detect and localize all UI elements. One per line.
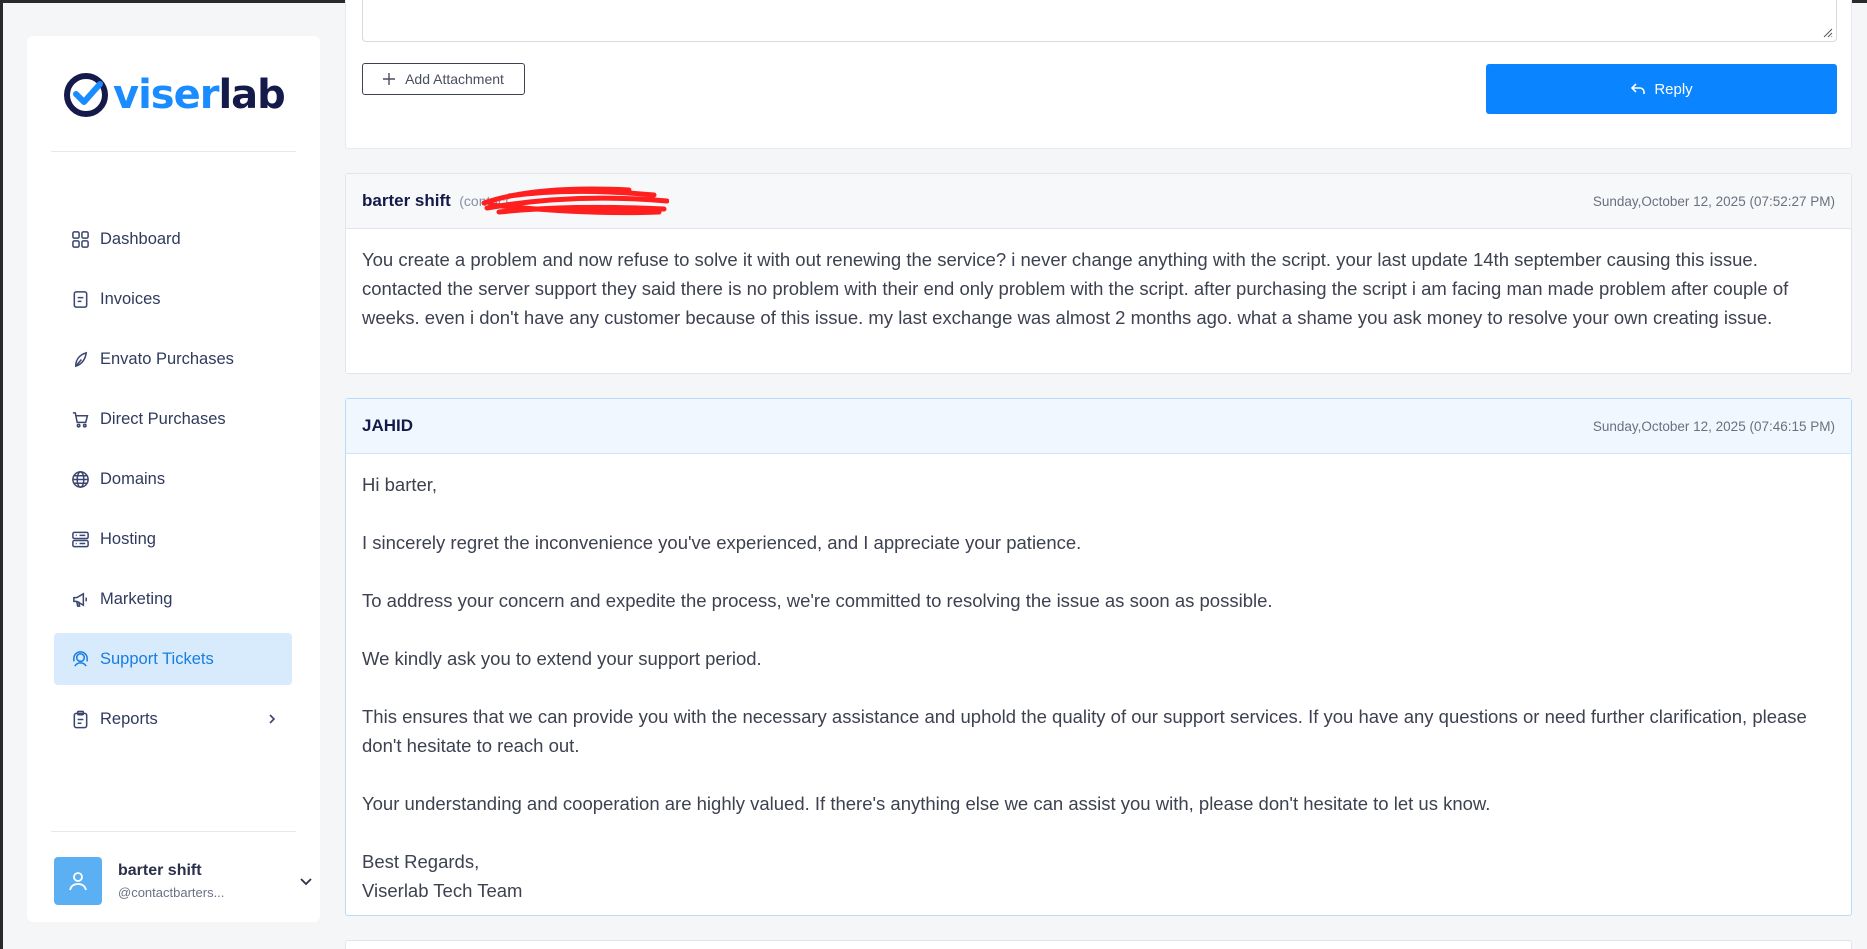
ticket-message-customer: barter shift (contact Sunday,October 12,… [345,173,1852,374]
reply-label: Reply [1654,80,1693,98]
message-paragraph: We kindly ask you to extend your support… [362,648,762,669]
add-attachment-button[interactable]: Add Attachment [362,63,525,95]
grid-icon [72,230,89,248]
message-signature: Best Regards, Viserlab Tech Team [362,851,523,901]
sidebar-item-label: Invoices [100,289,161,308]
user-meta: barter shift @contactbarters... [118,862,224,900]
user-name: barter shift [118,862,202,879]
author-name: barter shift [362,191,451,210]
message-paragraph: To address your concern and expedite the… [362,590,1273,611]
reply-textarea[interactable] [362,0,1837,42]
sidebar-item-invoices[interactable]: Invoices [54,273,292,325]
redaction-mark [481,186,670,216]
add-attachment-label: Add Attachment [405,71,504,87]
sidebar-item-envato-purchases[interactable]: Envato Purchases [54,333,292,385]
message-paragraph: I sincerely regret the inconvenience you… [362,532,1082,553]
user-handle: @contactbarters... [118,885,225,900]
megaphone-icon [73,591,87,607]
sidebar-item-label: Hosting [100,529,156,548]
sidebar-item-label: Domains [100,469,166,488]
message-text: You create a problem and now refuse to s… [362,249,1789,328]
sidebar-item-reports[interactable]: Reports [54,693,292,745]
message-header: JAHID Sunday,October 12, 2025 (07:46:15 … [346,399,1851,454]
message-paragraph: Hi barter, [362,474,438,495]
chevron-right-icon [269,714,276,724]
sidebar-divider [51,151,296,152]
message-paragraph: This ensures that we can provide you wit… [362,706,1807,756]
sidebar-item-marketing[interactable]: Marketing [54,573,292,625]
reply-arrow-icon [1631,83,1646,94]
author-name: JAHID [362,416,414,435]
brand-wordmark: viserlab [113,72,286,118]
sidebar-item-label: Envato Purchases [100,349,234,368]
sidebar-item-label: Direct Purchases [100,409,226,428]
message-body: Hi barter, I sincerely regret the inconv… [346,454,1851,919]
resize-handle-icon[interactable] [1821,26,1833,38]
sidebar-item-label: Reports [100,709,158,728]
sidebar-item-label: Marketing [100,589,173,608]
leaf-icon [74,351,88,367]
author-email: (contact [459,186,670,216]
sidebar-item-support-tickets[interactable]: Support Tickets [54,633,292,685]
sidebar-item-dashboard[interactable]: Dashboard [54,213,292,265]
message-author: barter shift (contact [362,186,670,216]
sidebar-nav: Dashboard Invoices Envato Purchases Dire… [54,213,292,753]
clipboard-icon [73,710,88,728]
message-body: You create a problem and now refuse to s… [346,229,1851,346]
ticket-message-staff: JAHID Sunday,October 12, 2025 (07:46:15 … [345,398,1852,916]
sidebar-divider [51,831,296,832]
message-timestamp: Sunday,October 12, 2025 (07:46:15 PM) [1592,418,1835,434]
brand-logo[interactable]: viserlab [63,70,286,120]
checkmark-logo-icon [64,73,108,117]
cart-icon [72,411,89,428]
sidebar-item-domains[interactable]: Domains [54,453,292,505]
next-message-card [345,940,1852,949]
sidebar-item-direct-purchases[interactable]: Direct Purchases [54,393,292,445]
chevron-down-icon[interactable] [298,873,314,889]
headset-icon [73,650,88,667]
message-paragraph: Your understanding and cooperation are h… [362,793,1491,814]
reply-form: Add Attachment Reply [345,0,1852,149]
plus-icon [383,73,396,85]
reply-button[interactable]: Reply [1486,64,1837,114]
message-header: barter shift (contact Sunday,October 12,… [346,174,1851,229]
sidebar-item-hosting[interactable]: Hosting [54,513,292,565]
server-icon [72,531,89,547]
avatar [54,857,102,905]
globe-icon [72,470,89,488]
user-menu[interactable]: barter shift @contactbarters... [54,851,314,911]
invoice-icon [73,290,88,308]
sidebar: viserlab Dashboard Invoices Envato Purch… [27,36,320,922]
user-icon [69,872,87,891]
message-timestamp: Sunday,October 12, 2025 (07:52:27 PM) [1592,193,1835,209]
sidebar-item-label: Support Tickets [100,649,214,668]
sidebar-item-label: Dashboard [100,229,181,248]
